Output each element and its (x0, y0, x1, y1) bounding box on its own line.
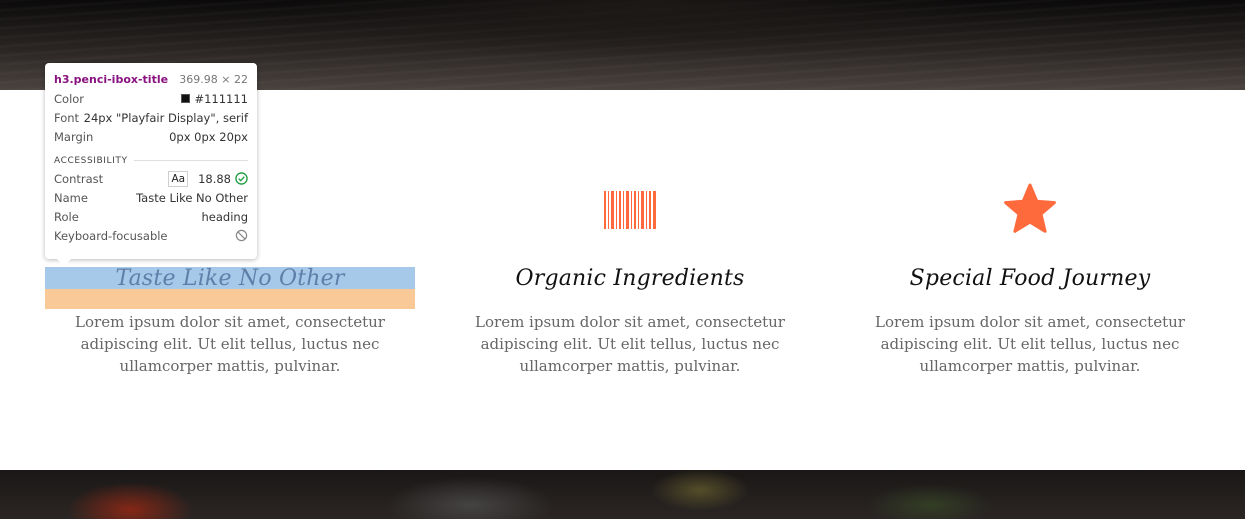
check-circle-icon (235, 172, 248, 185)
feature-text: Lorem ipsum dolor sit amet, consectetur … (75, 313, 385, 375)
inspector-row-font: Font 24px "Playfair Display", serif (54, 110, 248, 125)
contrast-sample-badge: Aa (168, 170, 189, 187)
element-selector: h3.penci-ibox-title (54, 73, 169, 86)
feature-title: Organic Ingredients (515, 266, 745, 291)
title-highlight-overlay: Taste Like No Other (45, 267, 415, 309)
feature-card: Special Food Journey Lorem ipsum dolor s… (845, 180, 1215, 377)
inspector-row-keyboard: Keyboard-focusable (54, 226, 248, 245)
divider (133, 160, 248, 161)
inspector-row-color: Color #111111 (54, 91, 248, 106)
hero-image-bottom (0, 470, 1245, 519)
inspector-row-role: Role heading (54, 209, 248, 224)
star-icon (1004, 183, 1056, 233)
feature-title: Special Food Journey (909, 266, 1151, 291)
feature-card: Organic Ingredients Lorem ipsum dolor si… (445, 180, 815, 377)
inspector-row-margin: Margin 0px 0px 20px (54, 129, 248, 144)
color-swatch (181, 94, 191, 103)
barcode-icon (604, 191, 656, 229)
feature-text: Lorem ipsum dolor sit amet, consectetur … (875, 313, 1185, 375)
inspector-row-contrast: Contrast Aa 18.88 (54, 169, 248, 188)
devtools-inspect-tooltip: h3.penci-ibox-title 369.98 × 22 Color #1… (45, 63, 257, 266)
feature-title: Taste Like No Other (115, 266, 345, 291)
not-focusable-icon (235, 229, 248, 242)
feature-text: Lorem ipsum dolor sit amet, consectetur … (475, 313, 785, 375)
accessibility-section-header: ACCESSIBILITY (54, 152, 248, 169)
inspector-row-name: Name Taste Like No Other (54, 190, 248, 205)
element-dimensions: 369.98 × 22 (179, 73, 248, 86)
